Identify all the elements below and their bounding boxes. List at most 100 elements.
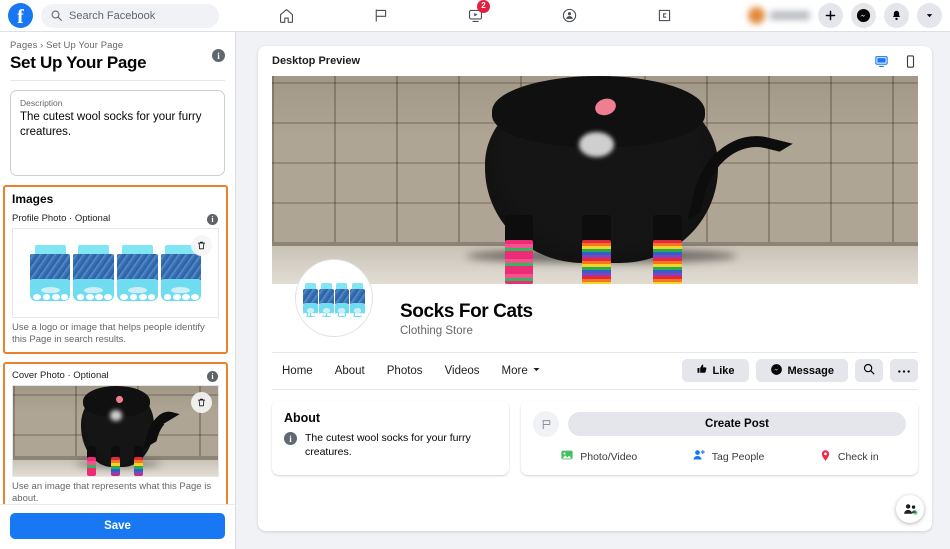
profile-photo-hint: Use a logo or image that helps people id… xyxy=(12,322,205,345)
preview-toggle-group xyxy=(874,54,918,69)
gaming-icon[interactable] xyxy=(643,2,685,30)
about-card: About i The cutest wool socks for your f… xyxy=(272,401,509,475)
header-info-icon[interactable]: i xyxy=(212,49,225,62)
paw-pad xyxy=(354,308,362,313)
profile-photo-info-icon[interactable]: i xyxy=(207,214,218,225)
paw-toe xyxy=(147,293,156,300)
photo-video-label: Photo/Video xyxy=(580,450,638,463)
paw-toe xyxy=(129,293,138,300)
paw-toe xyxy=(163,293,172,300)
tag-people-action[interactable]: Tag People xyxy=(692,448,764,465)
header-divider xyxy=(10,80,225,81)
paw-toe xyxy=(307,312,311,317)
message-button[interactable]: Message xyxy=(755,359,848,382)
page-action-buttons: Like Message xyxy=(681,359,918,382)
paw-toe xyxy=(138,293,147,300)
pages-flag-icon[interactable] xyxy=(360,2,402,30)
search-placeholder-text: Search Facebook xyxy=(69,9,156,22)
tag-person-icon xyxy=(692,448,706,465)
messenger-button[interactable] xyxy=(851,3,876,28)
page-avatar-small xyxy=(533,411,559,437)
breadcrumb[interactable]: Pages › Set Up Your Page xyxy=(10,40,225,51)
page-profile-photo[interactable] xyxy=(296,260,372,336)
socks-product-image xyxy=(299,263,369,333)
setup-left-panel: Pages › Set Up Your Page Set Up Your Pag… xyxy=(0,32,236,549)
search-input[interactable]: Search Facebook xyxy=(41,3,219,28)
home-icon[interactable] xyxy=(265,2,307,30)
tab-more[interactable]: More xyxy=(502,365,541,377)
sock-paw xyxy=(73,278,114,302)
facebook-top-navbar: f Search Facebook 2 xyxy=(0,0,950,32)
description-label: Description xyxy=(20,98,63,108)
account-name-avatar[interactable] xyxy=(748,7,810,24)
description-field[interactable]: Description The cutest wool socks for yo… xyxy=(10,90,225,176)
delete-cover-photo-button[interactable] xyxy=(191,392,212,413)
messenger-icon xyxy=(770,363,783,379)
paw-toe xyxy=(354,312,358,317)
paw-toe xyxy=(342,312,346,317)
tab-photos[interactable]: Photos xyxy=(387,365,423,377)
paw-pad xyxy=(40,286,60,294)
cat-chest-fur xyxy=(110,410,122,422)
left-panel-header: Pages › Set Up Your Page Set Up Your Pag… xyxy=(0,32,235,73)
cat-rainbow-sock xyxy=(582,240,611,284)
paw-pad xyxy=(171,286,191,294)
contacts-fab[interactable] xyxy=(896,495,924,523)
delete-profile-photo-button[interactable] xyxy=(191,235,212,256)
paw-pad xyxy=(84,286,104,294)
paw-toe xyxy=(76,293,85,300)
description-value: The cutest wool socks for your furry cre… xyxy=(20,111,202,138)
paw-toe xyxy=(339,312,342,317)
tab-videos[interactable]: Videos xyxy=(445,365,480,377)
sock-knit xyxy=(117,254,158,281)
check-in-label: Check in xyxy=(837,450,879,463)
page-tabs: Home About Photos Videos More xyxy=(272,365,541,377)
search-page-button[interactable] xyxy=(855,359,883,382)
check-in-action[interactable]: Check in xyxy=(819,448,879,465)
create-button[interactable] xyxy=(818,3,843,28)
cat-rainbow-sock xyxy=(504,240,533,284)
create-post-actions: Photo/Video Tag People Check in xyxy=(533,448,906,465)
mobile-preview-toggle[interactable] xyxy=(903,54,918,69)
sock-knit xyxy=(160,254,202,281)
account-menu-button[interactable] xyxy=(917,3,942,28)
tab-about[interactable]: About xyxy=(335,365,365,377)
more-options-button[interactable] xyxy=(890,359,918,382)
save-button[interactable]: Save xyxy=(10,513,225,539)
sock-knit xyxy=(73,254,114,281)
profile-photo-thumbnail[interactable] xyxy=(12,228,219,318)
create-post-input[interactable]: Create Post xyxy=(568,412,906,436)
cover-photo-info-icon[interactable]: i xyxy=(207,371,218,382)
like-button[interactable]: Like xyxy=(681,359,749,382)
topbar-right-group xyxy=(748,3,942,28)
notifications-button[interactable] xyxy=(884,3,909,28)
about-card-text: The cutest wool socks for your furry cre… xyxy=(305,432,471,458)
paw-toe xyxy=(95,293,104,300)
photo-icon xyxy=(560,448,574,465)
chevron-down-icon xyxy=(532,365,541,377)
page-category: Clothing Store xyxy=(400,325,473,337)
sock-paw xyxy=(117,278,158,302)
page-cover-photo[interactable] xyxy=(272,76,918,284)
photo-video-action[interactable]: Photo/Video xyxy=(560,448,637,465)
paw-toe xyxy=(304,312,308,317)
sock-paw xyxy=(334,303,350,318)
cover-photo-block: Cover Photo · Optional i Use an image th… xyxy=(3,362,228,513)
groups-icon[interactable] xyxy=(549,2,591,30)
paw-toe xyxy=(33,293,41,300)
cat-rainbow-sock xyxy=(653,240,682,284)
topbar-left-group: f Search Facebook xyxy=(0,3,250,28)
paw-toe xyxy=(361,312,365,317)
preview-region: Desktop Preview Socks For Cats Clothing … xyxy=(236,32,950,549)
facebook-logo-icon[interactable]: f xyxy=(8,3,33,28)
paw-pad xyxy=(127,286,147,294)
paw-toe xyxy=(345,312,349,317)
cat-rainbow-sock xyxy=(111,457,121,476)
watch-icon[interactable]: 2 xyxy=(454,0,496,30)
desktop-preview-toggle[interactable] xyxy=(874,54,889,69)
create-post-card: Create Post Photo/Video Tag People Check… xyxy=(521,401,918,475)
tab-home[interactable]: Home xyxy=(282,365,313,377)
preview-title: Desktop Preview xyxy=(272,55,361,67)
cover-photo-thumbnail[interactable] xyxy=(12,385,219,477)
images-section: Images Profile Photo · Optional i Use a … xyxy=(3,185,228,354)
